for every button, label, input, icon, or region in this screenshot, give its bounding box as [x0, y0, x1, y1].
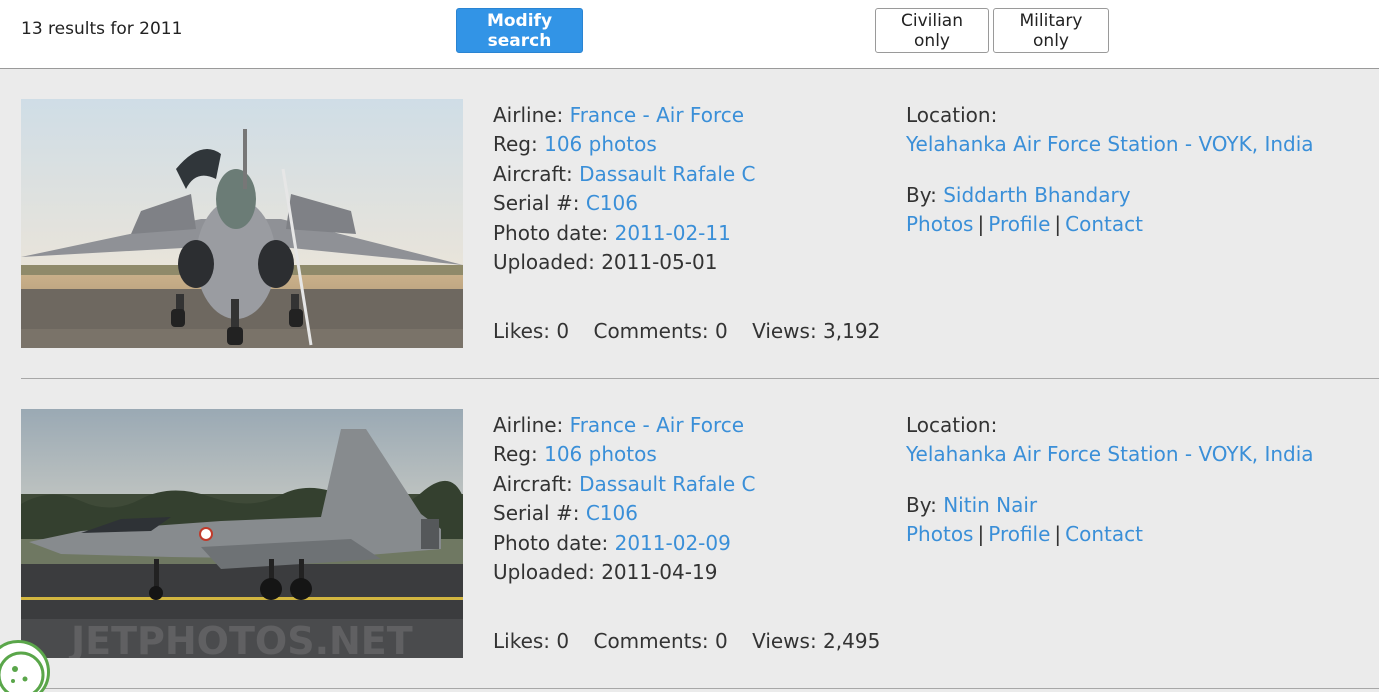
location-label: Location: — [906, 103, 998, 127]
separator: | — [1054, 522, 1062, 547]
serial-label: Serial #: — [493, 501, 580, 526]
likes-count: Likes: 0 — [493, 319, 570, 343]
location-block: Location: Yelahanka Air Force Station - … — [906, 101, 1314, 160]
airline-link[interactable]: France - Air Force — [570, 103, 744, 127]
photographer-block: By: Nitin Nair Photos | Profile | Contact — [906, 491, 1143, 550]
civilian-only-button[interactable]: Civilian only — [875, 8, 989, 53]
location-link[interactable]: Yelahanka Air Force Station - VOYK, Indi… — [906, 442, 1314, 466]
location-link[interactable]: Yelahanka Air Force Station - VOYK, Indi… — [906, 132, 1314, 156]
comments-count: Comments: 0 — [593, 319, 728, 343]
uploaded-label: Uploaded: — [493, 560, 595, 585]
comments-count: Comments: 0 — [593, 629, 728, 653]
separator: | — [977, 522, 985, 547]
photographer-block: By: Siddarth Bhandary Photos | Profile | Con… — [906, 181, 1143, 240]
photo-watermark: JETPHOTOS.NET — [68, 619, 413, 658]
airline-label: Airline: — [493, 103, 564, 127]
photo-date-label: Photo date: — [493, 530, 609, 555]
photographer-profile-link[interactable]: Profile — [988, 522, 1050, 546]
photo-stats: Likes: 0 Comments: 0 Views: 2,495 — [493, 629, 898, 653]
photographer-link[interactable]: Nitin Nair — [943, 493, 1037, 517]
photographer-profile-link[interactable]: Profile — [988, 212, 1050, 236]
photo-thumbnail[interactable] — [21, 99, 463, 348]
photo-stats: Likes: 0 Comments: 0 Views: 3,192 — [493, 319, 898, 343]
rafale-front-photo — [21, 99, 463, 348]
uploaded-label: Uploaded: — [493, 250, 595, 275]
photographer-photos-link[interactable]: Photos — [906, 522, 973, 546]
uploaded-value: 2011-04-19 — [601, 560, 718, 585]
photo-result: Airline: France - Air Force Reg: 106 pho… — [0, 69, 1379, 379]
airline-label: Airline: — [493, 413, 564, 437]
photo-date-link[interactable]: 2011-02-09 — [615, 531, 731, 555]
modify-search-button[interactable]: Modify search — [456, 8, 583, 53]
military-only-button[interactable]: Military only — [993, 8, 1109, 53]
aircraft-label: Aircraft: — [493, 471, 573, 496]
photographer-contact-link[interactable]: Contact — [1065, 522, 1143, 546]
separator: | — [1054, 212, 1062, 237]
reg-label: Reg: — [493, 132, 538, 157]
photographer-link[interactable]: Siddarth Bhandary — [943, 183, 1130, 207]
photo-result: JETPHOTOS.NET Airline: France - Air Forc… — [0, 379, 1379, 689]
results-count: 13 results for 2011 — [21, 19, 183, 39]
aircraft-link[interactable]: Dassault Rafale C — [579, 162, 755, 186]
photographer-photos-link[interactable]: Photos — [906, 212, 973, 236]
separator: | — [977, 212, 985, 237]
location-label: Location: — [906, 413, 998, 437]
row-divider — [21, 688, 1379, 689]
aircraft-link[interactable]: Dassault Rafale C — [579, 472, 755, 496]
by-label: By: — [906, 183, 937, 207]
reg-link[interactable]: 106 photos — [544, 442, 657, 466]
photo-thumbnail[interactable]: JETPHOTOS.NET — [21, 409, 463, 658]
location-block: Location: Yelahanka Air Force Station - … — [906, 411, 1314, 470]
serial-label: Serial #: — [493, 191, 580, 216]
serial-link[interactable]: C106 — [586, 501, 638, 525]
rafale-side-photo: JETPHOTOS.NET — [21, 409, 463, 658]
aircraft-label: Aircraft: — [493, 161, 573, 186]
views-count: Views: 2,495 — [752, 629, 881, 653]
photo-details: Airline: France - Air Force Reg: 106 pho… — [493, 411, 756, 587]
photo-details: Airline: France - Air Force Reg: 106 pho… — [493, 101, 756, 277]
photo-date-label: Photo date: — [493, 220, 609, 245]
likes-count: Likes: 0 — [493, 629, 570, 653]
uploaded-value: 2011-05-01 — [601, 250, 718, 275]
reg-link[interactable]: 106 photos — [544, 132, 657, 156]
airline-link[interactable]: France - Air Force — [570, 413, 744, 437]
reg-label: Reg: — [493, 442, 538, 467]
serial-link[interactable]: C106 — [586, 191, 638, 215]
views-count: Views: 3,192 — [752, 319, 881, 343]
results-toolbar: 13 results for 2011 Modify search Civili… — [0, 0, 1379, 69]
photographer-contact-link[interactable]: Contact — [1065, 212, 1143, 236]
photo-date-link[interactable]: 2011-02-11 — [615, 221, 731, 245]
by-label: By: — [906, 493, 937, 517]
